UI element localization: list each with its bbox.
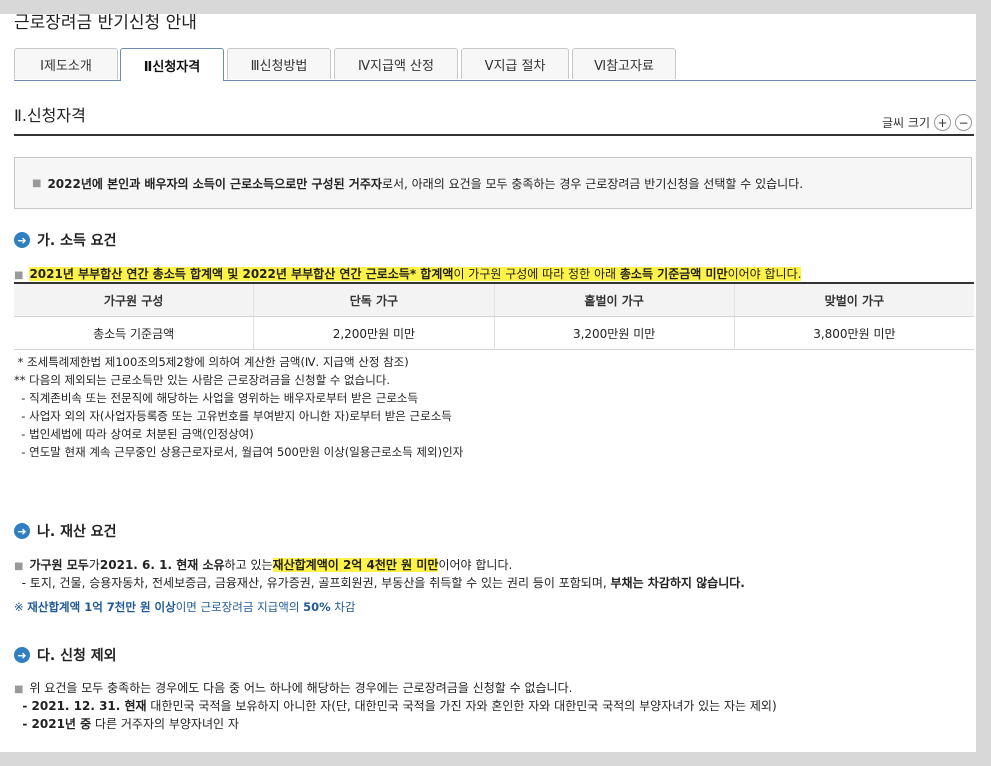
income-heading: ➜ 가. 소득 요건: [14, 230, 116, 250]
tab-eligibility[interactable]: Ⅱ신청자격: [120, 48, 224, 81]
income-note-1: * 조세특례제한법 제100조의5제2항에 의하여 계산한 금액(Ⅳ. 지급액 …: [14, 355, 409, 369]
arrow-circle-icon: ➜: [14, 523, 30, 539]
tab-amount[interactable]: Ⅳ지급액 산정: [334, 48, 458, 79]
content-page: 근로장려금 반기신청 안내 Ⅰ제도소개 Ⅱ신청자격 Ⅲ신청방법 Ⅳ지급액 산정 …: [0, 14, 976, 752]
page-title: 근로장려금 반기신청 안내: [14, 14, 197, 33]
property-detail: - 토지, 건물, 승용자동차, 전세보증금, 금융재산, 유가증권, 골프회원…: [14, 576, 745, 590]
table-row: 총소득 기준금액 2,200만원 미만 3,200만원 미만 3,800만원 미…: [14, 317, 974, 350]
income-note-4: - 사업자 외의 자(사업자등록증 또는 고유번호를 부여받지 아니한 자)로부…: [14, 409, 452, 423]
arrow-circle-icon: ➜: [14, 647, 30, 663]
table-header: 홑벌이 가구: [495, 284, 735, 316]
bullet-icon: ■: [14, 270, 24, 281]
tab-intro[interactable]: Ⅰ제도소개: [14, 48, 118, 79]
income-note-2: ** 다음의 제외되는 근로소득만 있는 사람은 근로장려금을 신청할 수 없습…: [14, 373, 391, 387]
income-note-5: - 법인세법에 따라 상여로 처분된 금액(인정상여): [14, 427, 254, 441]
tab-references[interactable]: Ⅵ참고자료: [572, 48, 676, 79]
table-cell: 3,200만원 미만: [495, 317, 735, 349]
table-header: 맞벌이 가구: [824, 293, 885, 308]
section-divider: [14, 134, 974, 136]
property-heading: ➜ 나. 재산 요건: [14, 521, 116, 541]
intro-text: 2022년에 본인과 배우자의 소득이 근로소득으로만 구성된 거주자로서, 아…: [47, 176, 804, 191]
table-cell: 총소득 기준금액: [14, 317, 255, 349]
exclusion-item-2: - 2021년 중 다른 거주자의 부양자녀인 자: [14, 717, 239, 731]
table-cell: 2,200만원 미만: [254, 317, 495, 349]
bullet-icon: ■: [14, 684, 24, 695]
property-note: ※ 재산합계액 1억 7천만 원 이상이면 근로장려금 지급액의 50% 차감: [14, 600, 356, 614]
exclusion-intro: ■ 위 요건을 모두 충족하는 경우에도 다음 중 어느 하나에 해당하는 경우에…: [14, 681, 573, 695]
bullet-icon: ■: [14, 561, 24, 572]
property-requirement: ■ 가구원 모두가2021. 6. 1. 현재 소유하고 있는재산합계액이 2억 …: [14, 558, 513, 572]
intro-box: ■ 2022년에 본인과 배우자의 소득이 근로소득으로만 구성된 거주자로서,…: [14, 157, 972, 209]
table-header: 가구원 구성: [14, 284, 255, 316]
table-cell: 3,800만원 미만: [813, 326, 896, 341]
bullet-icon: ■: [32, 177, 42, 189]
table-header: 단독 가구: [254, 284, 495, 316]
arrow-circle-icon: ➜: [14, 232, 30, 248]
font-size-control: 글씨 크기 + −: [882, 114, 972, 131]
exclusion-item-1: - 2021. 12. 31. 현재 대한민국 국적을 보유하지 아니한 자(단…: [14, 699, 777, 713]
section-title: Ⅱ.신청자격: [14, 106, 86, 125]
income-note-3: - 직계존비속 또는 전문직에 해당하는 사업을 영위하는 배우자로부터 받은 …: [14, 391, 419, 405]
font-increase-button[interactable]: +: [934, 114, 951, 131]
tab-method[interactable]: Ⅲ신청방법: [227, 48, 331, 79]
font-decrease-button[interactable]: −: [955, 114, 972, 131]
income-threshold-table: 가구원 구성 단독 가구 홑벌이 가구 맞벌이 가구 총소득 기준금액 2,20…: [14, 282, 974, 350]
exclusion-heading: ➜ 다. 신청 제외: [14, 645, 116, 665]
tab-procedure[interactable]: Ⅴ지급 절차: [461, 48, 569, 79]
tab-bar: Ⅰ제도소개 Ⅱ신청자격 Ⅲ신청방법 Ⅳ지급액 산정 Ⅴ지급 절차 Ⅵ참고자료: [14, 48, 976, 81]
table-header-row: 가구원 구성 단독 가구 홑벌이 가구 맞벌이 가구: [14, 284, 974, 317]
font-size-label: 글씨 크기: [882, 116, 930, 130]
income-note-6: - 연도말 현재 계속 근무중인 상용근로자로서, 월급여 500만원 이상(일…: [14, 445, 464, 459]
income-requirement: ■ 2021년 부부합산 연간 총소득 합계액 및 2022년 부부합산 연간 근…: [14, 267, 802, 281]
